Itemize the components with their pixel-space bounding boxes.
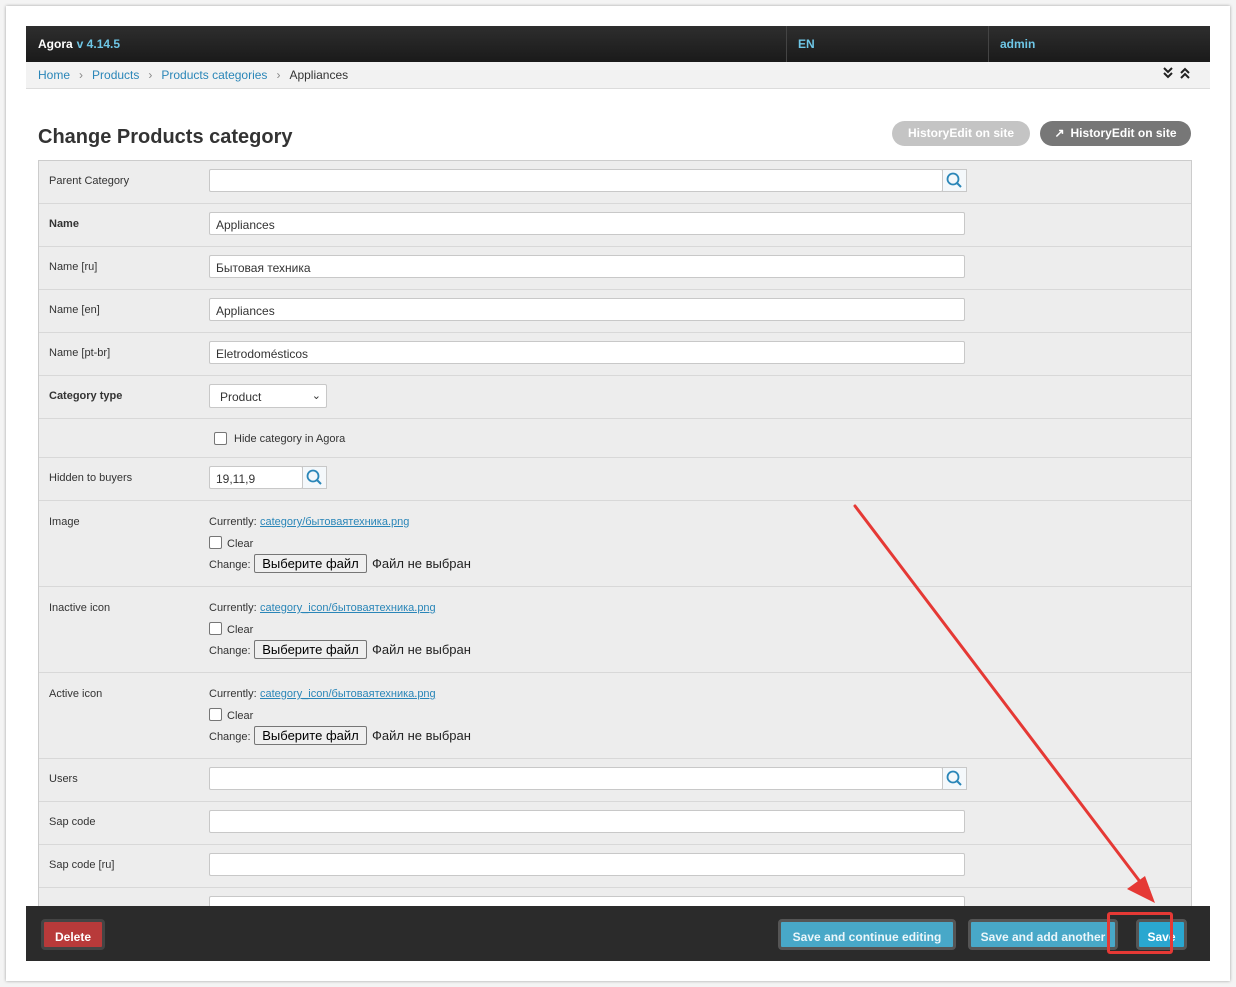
- chevron-right-icon: ›: [148, 68, 153, 82]
- navbar-divider: [786, 26, 787, 62]
- image-label: Image: [49, 516, 80, 528]
- breadcrumb: Home › Products › Products categories › Applia…: [26, 62, 1210, 89]
- name-ptbr-input[interactable]: Eletrodomésticos: [209, 341, 965, 364]
- field-row-hidden-to-buyers: Hidden to buyers 19,11,9: [39, 458, 1191, 501]
- users-lookup[interactable]: [942, 767, 967, 790]
- field-row-inactive-icon: Inactive icon Currently: category_icon/б…: [39, 587, 1191, 673]
- name-ru-input[interactable]: Бытовая техника: [209, 255, 965, 278]
- image-no-file-text: Файл не выбран: [372, 556, 471, 571]
- change-form: Parent Category Name Appliances Name [ru…: [38, 160, 1192, 912]
- category-type-value: Product: [220, 390, 262, 404]
- inactive-icon-choose-file-button[interactable]: Выберите файл: [254, 640, 367, 659]
- name-ptbr-label: Name [pt-br]: [49, 347, 111, 359]
- sap-code-ru-label: Sap code [ru]: [49, 859, 115, 871]
- search-icon: [946, 770, 962, 786]
- hidden-to-buyers-lookup[interactable]: [302, 466, 327, 489]
- inactive-icon-clear-label: Clear: [227, 624, 254, 636]
- view-on-site-button[interactable]: ↗ HistoryEdit on site: [1040, 121, 1191, 146]
- parent-category-input[interactable]: [209, 169, 943, 192]
- image-currently-label: Currently:: [209, 516, 257, 528]
- image-change-label: Change:: [209, 559, 251, 571]
- name-label: Name: [49, 218, 79, 230]
- breadcrumb-home[interactable]: Home: [38, 68, 70, 82]
- double-chevron-icons[interactable]: [1162, 66, 1192, 80]
- breadcrumb-products[interactable]: Products: [92, 68, 139, 82]
- image-current-file-link[interactable]: category/бытоваятехника.png: [260, 516, 409, 528]
- language-switcher[interactable]: EN: [798, 37, 815, 51]
- submit-row: Delete Save and continue editing Save an…: [26, 906, 1210, 961]
- collapse-expand-icon[interactable]: [1162, 66, 1192, 83]
- navbar-divider: [988, 26, 989, 62]
- active-icon-currently-label: Currently:: [209, 688, 257, 700]
- parent-category-lookup[interactable]: [942, 169, 967, 192]
- field-row-sap-code-ru: Sap code [ru]: [39, 845, 1191, 888]
- field-row-hide-category: Hide category in Agora: [39, 419, 1191, 458]
- name-ru-label: Name [ru]: [49, 261, 98, 273]
- users-input[interactable]: [209, 767, 943, 790]
- active-icon-clear-checkbox[interactable]: [209, 708, 222, 721]
- hide-category-checkbox[interactable]: [214, 432, 227, 445]
- inactive-icon-currently-label: Currently:: [209, 602, 257, 614]
- image-clear-label: Clear: [227, 538, 254, 550]
- field-row-users: Users: [39, 759, 1191, 802]
- app-version: v 4.14.5: [76, 37, 121, 51]
- chevron-down-icon: ⌄: [311, 390, 321, 402]
- brand[interactable]: Agora v 4.14.5: [38, 37, 120, 51]
- external-link-icon: ↗: [1054, 126, 1065, 140]
- field-row-name-ru: Name [ru] Бытовая техника: [39, 247, 1191, 290]
- active-icon-current-file-link[interactable]: category_icon/бытоваятехника.png: [260, 688, 436, 700]
- inactive-icon-clear-checkbox[interactable]: [209, 622, 222, 635]
- field-row-parent-category: Parent Category: [39, 161, 1191, 204]
- save-highlight-box: [1107, 912, 1173, 954]
- sap-code-label: Sap code: [49, 816, 96, 828]
- chevron-right-icon: ›: [79, 68, 84, 82]
- field-row-name: Name Appliances: [39, 204, 1191, 247]
- name-en-label: Name [en]: [49, 304, 100, 316]
- top-navbar: Agora v 4.14.5 EN admin: [26, 26, 1210, 62]
- hidden-to-buyers-label: Hidden to buyers: [49, 472, 133, 484]
- field-row-name-en: Name [en] Appliances: [39, 290, 1191, 333]
- search-icon: [946, 172, 962, 188]
- image-choose-file-button[interactable]: Выберите файл: [254, 554, 367, 573]
- view-on-site-label: HistoryEdit on site: [1070, 126, 1177, 140]
- field-row-name-ptbr: Name [pt-br] Eletrodomésticos: [39, 333, 1191, 376]
- active-icon-choose-file-button[interactable]: Выберите файл: [254, 726, 367, 745]
- sap-code-ru-input[interactable]: [209, 853, 965, 876]
- save-and-add-another-button[interactable]: Save and add another: [968, 919, 1118, 950]
- sap-code-input[interactable]: [209, 810, 965, 833]
- history-button[interactable]: HistoryEdit on site: [892, 121, 1030, 146]
- inactive-icon-label: Inactive icon: [49, 602, 111, 614]
- name-input[interactable]: Appliances: [209, 212, 965, 235]
- search-icon: [306, 469, 322, 485]
- field-row-image: Image Currently: category/бытоваятехника…: [39, 501, 1191, 587]
- image-clear-checkbox[interactable]: [209, 536, 222, 549]
- users-label: Users: [49, 773, 78, 785]
- category-type-label: Category type: [49, 390, 123, 402]
- parent-category-label: Parent Category: [49, 175, 130, 187]
- breadcrumb-current: Appliances: [289, 68, 349, 82]
- save-and-continue-button[interactable]: Save and continue editing: [778, 919, 956, 950]
- active-icon-change-label: Change:: [209, 731, 251, 743]
- active-icon-clear-label: Clear: [227, 710, 254, 722]
- field-row-sap-code: Sap code: [39, 802, 1191, 845]
- inactive-icon-change-label: Change:: [209, 645, 251, 657]
- active-icon-label: Active icon: [49, 688, 103, 700]
- field-row-category-type: Category type Product ⌄: [39, 376, 1191, 419]
- category-type-select[interactable]: Product ⌄: [209, 384, 327, 408]
- breadcrumb-products-categories[interactable]: Products categories: [161, 68, 267, 82]
- inactive-icon-current-file-link[interactable]: category_icon/бытоваятехника.png: [260, 602, 436, 614]
- user-menu[interactable]: admin: [1000, 37, 1035, 51]
- hide-category-label: Hide category in Agora: [234, 433, 346, 445]
- name-en-input[interactable]: Appliances: [209, 298, 965, 321]
- chevron-right-icon: ›: [276, 68, 281, 82]
- inactive-icon-no-file-text: Файл не выбран: [372, 642, 471, 657]
- hidden-to-buyers-input[interactable]: 19,11,9: [209, 466, 303, 489]
- page-title: Change Products category: [38, 126, 293, 148]
- field-row-active-icon: Active icon Currently: category_icon/быт…: [39, 673, 1191, 759]
- delete-button[interactable]: Delete: [41, 919, 105, 950]
- app-name: Agora: [38, 37, 73, 51]
- active-icon-no-file-text: Файл не выбран: [372, 728, 471, 743]
- screenshot-frame: Agora v 4.14.5 EN admin Home › Products › Pro…: [6, 6, 1230, 981]
